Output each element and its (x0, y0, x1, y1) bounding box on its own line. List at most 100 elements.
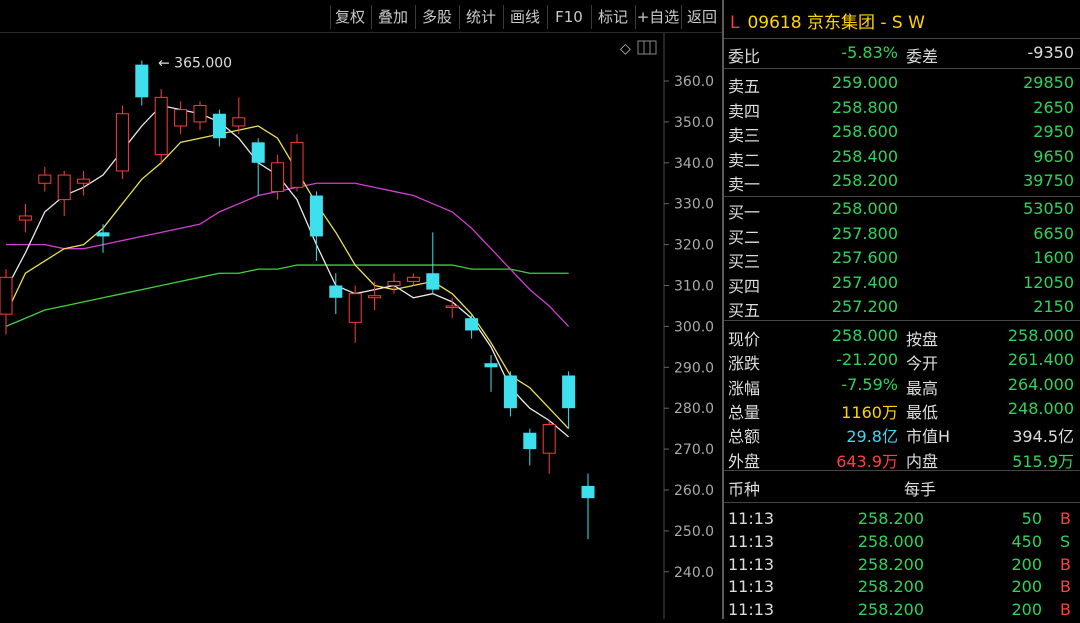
trade-side: B (1060, 600, 1071, 620)
stat-label: 外盘 (728, 451, 761, 471)
candle-body-up (18, 215, 32, 221)
y-tick-label: 340.0 (674, 156, 714, 172)
stat-row: 外盘 643.9万 内盘 515.9万 (724, 448, 1080, 471)
kline-chart[interactable]: 360.0 350.0 340.0 330.0 320.0 310.0 300.0 290.0… (0, 33, 722, 619)
webi-label: 委比 (728, 47, 761, 66)
stat-row: 涨跌 -21.200 今开 261.400 (724, 350, 1080, 373)
window-icon (637, 40, 657, 55)
ask-row: 卖一 258.200 39750 (724, 171, 1080, 194)
weicha-value: -9350 (1027, 43, 1075, 62)
candle-body-down (309, 195, 323, 237)
trade-price: 258.200 (857, 600, 924, 620)
candle-body-down (135, 64, 149, 98)
y-tick-label: 350.0 (674, 115, 714, 131)
toolbar-button-1[interactable]: 叠加 (371, 5, 414, 29)
stat-label: 涨跌 (728, 354, 761, 374)
trade-volume: 200 (1011, 600, 1042, 620)
ask-volume: 9650 (1033, 146, 1074, 166)
bid-volume: 53050 (1023, 199, 1074, 218)
stat-value: 258.000 (1007, 326, 1074, 345)
bid-price: 257.800 (831, 223, 898, 243)
bid-volume: 12050 (1023, 272, 1074, 292)
ask-price: 259.000 (831, 73, 898, 92)
candle-body-up (57, 174, 71, 201)
ask-price: 258.200 (831, 171, 898, 190)
trade-price: 258.200 (857, 509, 924, 528)
bid-row: 买二 257.800 6650 (724, 224, 1080, 247)
candle-body-down (562, 375, 576, 409)
stat-value: -7.59% (841, 374, 898, 394)
candle-body-down (426, 273, 440, 290)
trade-side: B (1060, 554, 1071, 574)
toolbar-button-0[interactable]: 复权 (330, 5, 369, 29)
candle-body-up (542, 424, 556, 454)
stat-label: 涨幅 (728, 378, 761, 398)
lot-label: 每手 (904, 480, 937, 499)
bid-label: 买二 (728, 227, 761, 247)
candle-body-down (484, 363, 498, 368)
stock-name: 09618 京东集团 - S W (747, 13, 925, 33)
y-tick-label: 240.0 (674, 565, 714, 581)
y-tick-label: 300.0 (674, 319, 714, 335)
trade-time: 11:13 (728, 531, 775, 551)
candle-body-up (445, 305, 459, 308)
ask-row: 卖三 258.600 2950 (724, 122, 1080, 145)
quote-panel: L 09618 京东集团 - S W 委比 -5.83% 委差 -9350 币种 … (724, 0, 1080, 619)
bid-volume: 2150 (1033, 297, 1074, 316)
bid-label: 买五 (728, 301, 761, 320)
stat-row: 总量 1160万 最低 248.000 (724, 399, 1080, 422)
candle-body-down (329, 285, 343, 298)
candle-body-up (154, 96, 168, 156)
separator (724, 68, 1080, 69)
trade-side: B (1060, 577, 1071, 597)
ask-label: 卖五 (728, 77, 761, 96)
stat-label: 最高 (906, 378, 939, 398)
stat-row: 现价 258.000 按盘 258.000 (724, 326, 1080, 349)
ask-row: 卖四 258.800 2650 (724, 98, 1080, 121)
toolbar-button-2[interactable]: 多股 (415, 5, 458, 29)
candle-body-up (271, 162, 285, 192)
trade-row: 11:13 258.200 200 B (724, 577, 1080, 600)
trade-row: 11:13 258.200 50 B (724, 509, 1080, 532)
stat-value: 261.400 (1007, 350, 1074, 370)
candle-body-up (348, 293, 362, 323)
candle-body-up (387, 280, 401, 287)
toolbar-button-7[interactable]: +自选 (635, 5, 680, 29)
candle-body-up (174, 109, 188, 127)
bid-price: 257.400 (831, 272, 898, 292)
candle-body-up (406, 276, 420, 282)
stat-label: 市值H (906, 427, 951, 447)
stat-label: 最低 (906, 402, 939, 422)
stat-value: 29.8亿 (846, 427, 898, 447)
stat-label: 按盘 (906, 330, 939, 349)
bid-volume: 1600 (1033, 248, 1074, 267)
y-tick-label: 260.0 (674, 483, 714, 499)
stat-label: 总额 (728, 427, 761, 447)
trade-row: 11:13 258.000 450 S (724, 532, 1080, 555)
candle-body-up (0, 276, 13, 315)
candle-body-up (290, 141, 304, 188)
candle-body-up (232, 117, 246, 127)
separator (724, 196, 1080, 197)
toolbar-button-6[interactable]: 标记 (591, 5, 634, 29)
toolbar-button-3[interactable]: 统计 (459, 5, 502, 29)
ask-label: 卖三 (728, 126, 761, 145)
stat-label: 今开 (906, 354, 939, 374)
bid-label: 买三 (728, 252, 761, 271)
stat-value: 515.9万 (1012, 451, 1074, 471)
candle-body-down (251, 142, 265, 163)
toolbar-button-5[interactable]: F10 (547, 5, 590, 29)
candle-body-down (503, 375, 517, 409)
currency-label: 币种 (728, 480, 761, 499)
toolbar-button-4[interactable]: 画线 (503, 5, 546, 29)
stat-value: 264.000 (1007, 374, 1074, 394)
toolbar-button-8[interactable]: 返回 (681, 5, 722, 29)
ask-label: 卖四 (728, 101, 761, 121)
y-tick-label: 330.0 (674, 197, 714, 213)
trade-row: 11:13 258.200 200 B (724, 555, 1080, 578)
candle-body-down (523, 432, 537, 450)
stat-row: 涨幅 -7.59% 最高 264.000 (724, 375, 1080, 398)
kline-chart-area[interactable]: 360.0 350.0 340.0 330.0 320.0 310.0 300.0 290.0… (0, 33, 722, 619)
ask-price: 258.400 (831, 146, 898, 166)
weicha-label: 委差 (906, 47, 939, 66)
